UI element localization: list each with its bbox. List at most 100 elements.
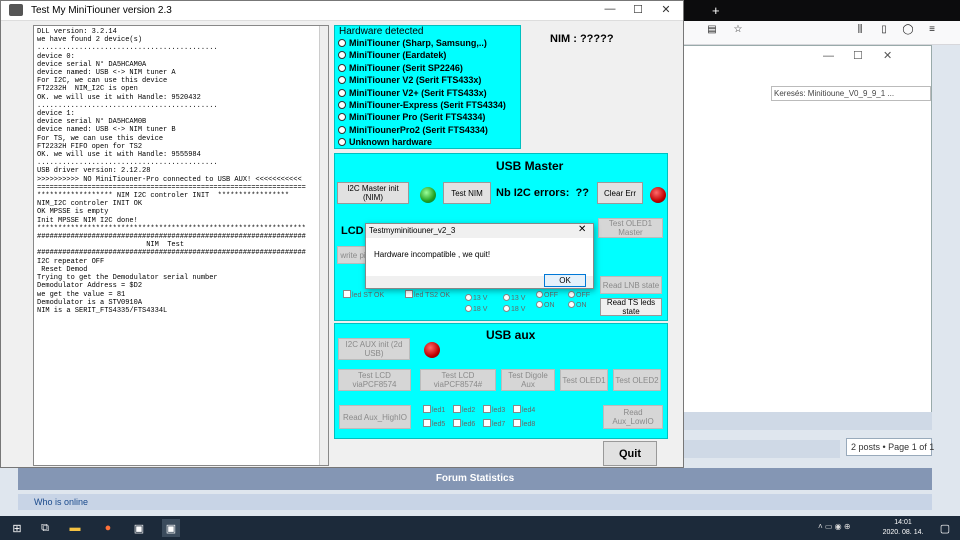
read-ts-leds-state-button[interactable]: Read TS leds state [600, 298, 662, 316]
aux-led-checkbox[interactable]: led3 [483, 405, 505, 414]
log-scrollbar[interactable] [319, 26, 328, 465]
hardware-option-label: MiniTiounerPro2 (Serit FTS4334) [349, 124, 488, 135]
test-oled1-button[interactable]: Test OLED1 [560, 369, 608, 391]
dialog-ok-button[interactable]: OK [544, 274, 586, 287]
hardware-option-radio[interactable]: MiniTiouner (Serit SP2246) [338, 63, 463, 73]
lnb-b-on-radio[interactable]: ON [568, 301, 587, 309]
log-line: For I2C, we can use this device [37, 77, 168, 86]
checkbox-box [423, 419, 431, 427]
inner-close-icon[interactable]: ✕ [883, 49, 892, 62]
hardware-option-radio[interactable]: Unknown hardware [338, 137, 432, 147]
aux-led-checkbox[interactable]: led5 [423, 419, 445, 428]
minitiouner-active-icon[interactable]: ▣ [162, 519, 180, 537]
minitiouner-app-icon[interactable]: ▣ [130, 519, 148, 537]
test-oled2-button[interactable]: Test OLED2 [613, 369, 661, 391]
bookmark-icon[interactable]: ☆ [728, 24, 748, 35]
i2c-master-init-button[interactable]: I2C Master init (NIM) [337, 182, 409, 204]
log-output[interactable]: DLL version: 3.2.14 we have found 2 devic… [33, 25, 329, 466]
led-ts2-checkbox[interactable]: led TS2 OK [405, 290, 450, 299]
lnb-a-on-label: ON [544, 302, 555, 309]
inner-minimize-icon[interactable]: — [823, 50, 834, 62]
clock-date: 2020. 08. 14. [882, 529, 924, 536]
log-line: device 0: [37, 52, 75, 61]
aux-led-checkbox[interactable]: led1 [423, 405, 445, 414]
hardware-option-radio[interactable]: MiniTiouner Pro (Serit FTS4334) [338, 112, 485, 122]
dialog-message: Hardware incompatible , we quit! [374, 250, 491, 259]
checkbox-box [483, 405, 491, 413]
aux-led-checkbox[interactable]: led4 [513, 405, 535, 414]
read-aux-lowio-button[interactable]: Read Aux_LowIO [603, 405, 663, 429]
test-nim-button[interactable]: Test NIM [443, 182, 491, 204]
aux-led-checkbox[interactable]: led7 [483, 419, 505, 428]
st-ok-label: ST OK [363, 292, 385, 299]
read-lnb-state-button[interactable]: Read LNB state [600, 276, 662, 294]
firefox-icon[interactable]: ● [99, 519, 117, 537]
clock[interactable]: 14:01 2020. 08. 14. [880, 518, 926, 538]
notification-icon[interactable]: ▢ [936, 519, 954, 537]
task-view-icon[interactable]: ⧉ [36, 519, 54, 537]
account-icon[interactable]: ◯ [898, 24, 918, 35]
pagination: 2 posts • Page 1 of 1 [846, 438, 934, 456]
lnb-b-off-radio[interactable]: OFF [568, 291, 590, 299]
hardware-option-label: MiniTiouner V2+ (Serit FTS433x) [349, 87, 487, 98]
lnb-b-on-label: ON [576, 302, 587, 309]
hardware-detected-panel: Hardware detected MiniTiouner (Sharp, Sa… [334, 25, 521, 149]
aux-led-label: led2 [462, 407, 476, 414]
test-lcd-pcf8574-button[interactable]: Test LCD viaPCF8574 [338, 369, 411, 391]
aux-led-checkbox[interactable]: led2 [453, 405, 475, 414]
lnb-a-13v-radio[interactable]: 13 V [465, 294, 487, 302]
log-line: OK. we will use it with Handle: 9520432 [37, 93, 201, 102]
led-st-checkbox[interactable]: led ST OK [343, 290, 384, 299]
taskbar: ⊞ ⧉ ▬ ● ▣ ▣ ˄ ▭ ◉ ⊕ 14:01 2020. 08. 14. … [0, 516, 960, 540]
hardware-option-radio[interactable]: MiniTiouner-Express (Serit FTS4334) [338, 100, 506, 110]
hardware-option-label: MiniTiouner (Serit SP2246) [349, 62, 463, 73]
lnb-a-off-radio[interactable]: OFF [536, 291, 558, 299]
nb-i2c-errors-label: Nb I2C errors: ?? [496, 187, 589, 199]
aux-led-label: led6 [462, 421, 476, 428]
lnb-a-on-radio[interactable]: ON [536, 301, 555, 309]
log-line: OK. we will use it with Handle: 9555984 [37, 151, 201, 160]
maximize-icon[interactable]: ☐ [623, 3, 653, 19]
hardware-option-radio[interactable]: MiniTiouner V2 (Serit FTS433x) [338, 75, 481, 85]
hardware-option-radio[interactable]: MiniTiouner (Eardatek) [338, 50, 446, 60]
i2c-aux-init-button[interactable]: I2C AUX init (2d USB) [338, 338, 410, 360]
lnb-a-18v-label: 18 V [473, 306, 488, 313]
sidebar-icon[interactable]: ▯ [874, 24, 894, 35]
close-icon[interactable]: ✕ [651, 3, 681, 19]
menu-icon[interactable]: ≡ [922, 24, 942, 35]
hardware-option-radio[interactable]: MiniTiouner (Sharp, Samsung,..) [338, 38, 487, 48]
library-icon[interactable]: ⫼ [850, 24, 870, 35]
who-is-online[interactable]: Who is online [18, 494, 932, 510]
quit-button[interactable]: Quit [603, 441, 657, 466]
aux-led-checkbox[interactable]: led6 [453, 419, 475, 428]
dialog-close-icon[interactable]: ✕ [578, 224, 586, 235]
aux-led-checkbox[interactable]: led8 [513, 419, 535, 428]
inner-search-input[interactable]: Keresés: Minitioune_V0_9_9_1 ... [771, 86, 931, 101]
radio-circle [338, 113, 346, 122]
test-oled1-master-button[interactable]: Test OLED1 Master [598, 218, 663, 238]
lnb-b-13v-radio[interactable]: 13 V [503, 294, 525, 302]
lnb-b-18v-radio[interactable]: 18 V [503, 305, 525, 313]
clock-time: 14:01 [894, 519, 912, 526]
read-aux-highio-button[interactable]: Read Aux_HighIO [339, 405, 411, 429]
hardware-option-radio[interactable]: MiniTiouner V2+ (Serit FTS433x) [338, 88, 487, 98]
hardware-option-radio[interactable]: MiniTiounerPro2 (Serit FTS4334) [338, 125, 488, 135]
lnb-a-18v-radio[interactable]: 18 V [465, 305, 487, 313]
file-explorer-icon[interactable]: ▬ [66, 519, 84, 537]
new-tab-button[interactable]: + [712, 3, 720, 18]
reader-icon[interactable]: ▤ [702, 24, 722, 35]
windows-start-icon[interactable]: ⊞ [8, 519, 26, 537]
hardware-title: Hardware detected [339, 26, 424, 37]
log-line: FT2232H FIFO open for TS2 [37, 142, 143, 151]
system-tray[interactable]: ˄ ▭ ◉ ⊕ [818, 522, 851, 531]
minimize-icon[interactable]: — [595, 3, 625, 19]
hardware-option-label: MiniTiouner (Sharp, Samsung,..) [349, 38, 487, 48]
log-line: FT2232H NIM_I2C is open [37, 85, 138, 94]
clear-err-button[interactable]: Clear Err [597, 182, 643, 204]
inner-maximize-icon[interactable]: ☐ [853, 49, 863, 62]
test-digole-aux-button[interactable]: Test Digole Aux [501, 369, 555, 391]
aux-led-label: led5 [432, 421, 446, 428]
log-line: USB driver version: 2.12.28 [37, 167, 151, 176]
test-lcd-pcf8574-hash-button[interactable]: Test LCD viaPCF8574# [420, 369, 496, 391]
log-line: device 1: [37, 110, 75, 119]
